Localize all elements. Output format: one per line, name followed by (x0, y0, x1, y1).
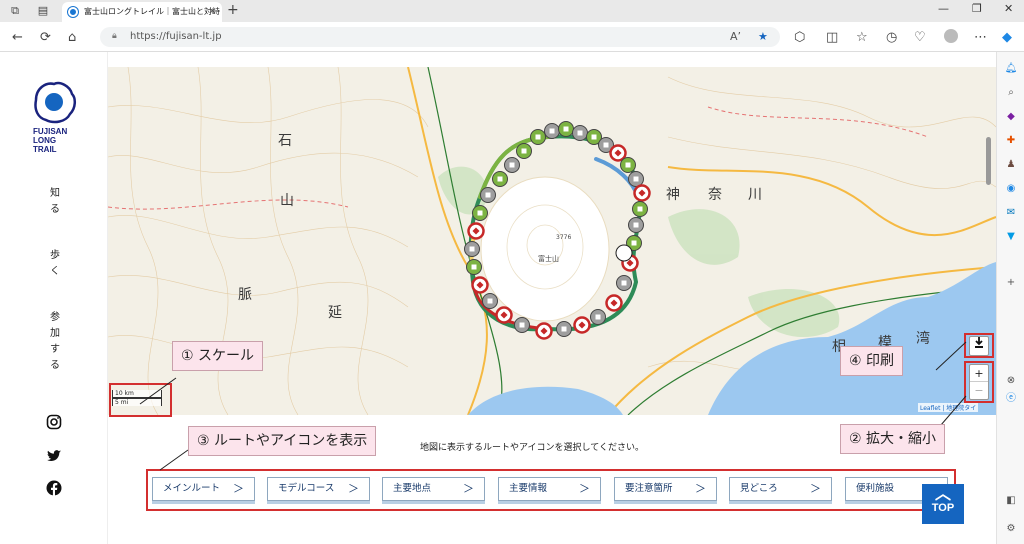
layer-button-highlights[interactable]: 見どころ ＞ (729, 477, 832, 504)
layer-button-main-points[interactable]: 主要地点 ＞ (382, 477, 485, 504)
tools-icon[interactable]: ✚ (1004, 134, 1018, 148)
tab-actions-icon[interactable]: ▤ (36, 4, 50, 18)
office-icon[interactable]: ◉ (1004, 182, 1018, 196)
button-underline (498, 501, 601, 504)
url-text[interactable]: https://fujisan-lt.jp (130, 27, 222, 47)
add-sidebar-icon[interactable]: + (1004, 276, 1018, 290)
extensions-icon[interactable]: ⬡ (794, 30, 805, 45)
callout-scale: ① スケール (172, 341, 264, 371)
workspaces-icon[interactable]: ⧉ (8, 4, 22, 18)
bell-icon[interactable]: 🔔︎ (1004, 62, 1018, 76)
site-favicon (68, 7, 78, 17)
outlook-icon[interactable]: ✉ (1004, 206, 1018, 220)
layer-button-label: 便利施設 (856, 483, 895, 494)
history-icon[interactable]: ◷ (886, 30, 897, 45)
close-tab-icon[interactable]: ✕ (208, 2, 216, 22)
selection-instruction: 地図に表示するルートやアイコンを選択してください。 (420, 443, 645, 453)
sidebar-close-icon[interactable]: ⊗ (1004, 374, 1018, 388)
button-underline (382, 501, 485, 504)
layer-button-label: 主要地点 (393, 483, 432, 494)
button-underline (729, 501, 832, 504)
edge-sidebar: 🔔︎ ⌕ ◆ ✚ ♟ ◉ ✉ ▼ + ⊗ ⓔ ◧ ⚙ (996, 52, 1024, 544)
address-bar[interactable]: 🔒︎ https://fujisan-lt.jp Aʼ ★ (100, 27, 780, 47)
close-window-icon[interactable]: ✕ (1004, 2, 1013, 15)
layer-button-model-course[interactable]: モデルコース ＞ (267, 477, 370, 504)
layer-button-label: 主要情報 (509, 483, 548, 494)
minimize-icon[interactable]: — (938, 2, 949, 15)
layer-button-label: 見どころ (740, 483, 778, 494)
layer-button-main-info[interactable]: 主要情報 ＞ (498, 477, 601, 504)
health-icon[interactable]: ♡ (914, 30, 926, 45)
chevron-right-icon: ＞ (810, 482, 821, 495)
read-aloud-icon[interactable]: Aʼ (730, 30, 741, 43)
home-icon[interactable]: ⌂ (68, 30, 76, 45)
refresh-icon[interactable]: ⟳ (40, 30, 51, 45)
layer-button-label: モデルコース (278, 483, 335, 494)
lock-icon[interactable]: 🔒︎ (112, 31, 117, 41)
shopping-icon[interactable]: ◆ (1004, 110, 1018, 124)
callout-route-icons: ③ ルートやアイコンを表示 (188, 426, 377, 456)
callout-zoom: ② 拡大・縮小 (840, 424, 946, 454)
back-to-top-button[interactable]: ︿ TOP (922, 484, 964, 524)
chevron-right-icon: ＞ (463, 482, 474, 495)
button-underline (152, 501, 255, 504)
chevron-right-icon: ＞ (695, 482, 706, 495)
button-underline (267, 501, 370, 504)
search-icon[interactable]: ⌕ (1004, 86, 1018, 100)
copilot-icon[interactable]: ◆ (1002, 30, 1012, 45)
chevron-right-icon: ＞ (579, 482, 590, 495)
sidebar-toggle-icon[interactable]: ◧ (1004, 494, 1018, 508)
favorite-star-icon[interactable]: ★ (758, 30, 768, 43)
restore-icon[interactable]: ❐ (972, 2, 982, 15)
settings-gear-icon[interactable]: ⚙ (1004, 522, 1018, 536)
layer-button-caution[interactable]: 要注意箇所 ＞ (614, 477, 717, 504)
split-screen-icon[interactable]: ◫ (826, 30, 838, 45)
browser-tab[interactable]: 富士山ロングトレイル｜富士山と対峙 ✕ (62, 2, 222, 22)
new-tab-button[interactable]: + (227, 2, 239, 18)
games-icon[interactable]: ♟ (1004, 158, 1018, 172)
drop-icon[interactable]: ▼ (1004, 230, 1018, 244)
button-underline (614, 501, 717, 504)
top-label: TOP (931, 502, 955, 514)
browser-nav-bar: ← ⟳ ⌂ 🔒︎ https://fujisan-lt.jp Aʼ ★ ⬡ ◫ … (0, 22, 1024, 52)
web-page: FUJISAN LONG TRAIL 知 る 歩 く 参 加 す る 3776 … (0, 52, 996, 544)
layer-button-label: 要注意箇所 (625, 483, 673, 494)
chevron-right-icon: ＞ (233, 482, 244, 495)
favorites-icon[interactable]: ☆ (856, 30, 868, 45)
layer-button-main-route[interactable]: メインルート ＞ (152, 477, 255, 504)
chevron-right-icon: ＞ (348, 482, 359, 495)
back-icon[interactable]: ← (12, 30, 23, 45)
more-menu-icon[interactable]: ⋯ (974, 30, 987, 45)
page-scrollbar[interactable] (986, 137, 991, 185)
layer-button-label: メインルート (163, 483, 221, 494)
edge-bar-icon[interactable]: ⓔ (1004, 392, 1018, 406)
browser-tab-bar: ⧉ ▤ 富士山ロングトレイル｜富士山と対峙 ✕ + — ❐ ✕ (0, 0, 1024, 22)
callout-print: ④ 印刷 (840, 346, 904, 376)
tab-title: 富士山ロングトレイル｜富士山と対峙 (84, 7, 220, 16)
profile-avatar[interactable] (944, 29, 958, 43)
annotation-leader-lines (139, 341, 967, 471)
caret-up-icon: ︿ (934, 486, 951, 503)
